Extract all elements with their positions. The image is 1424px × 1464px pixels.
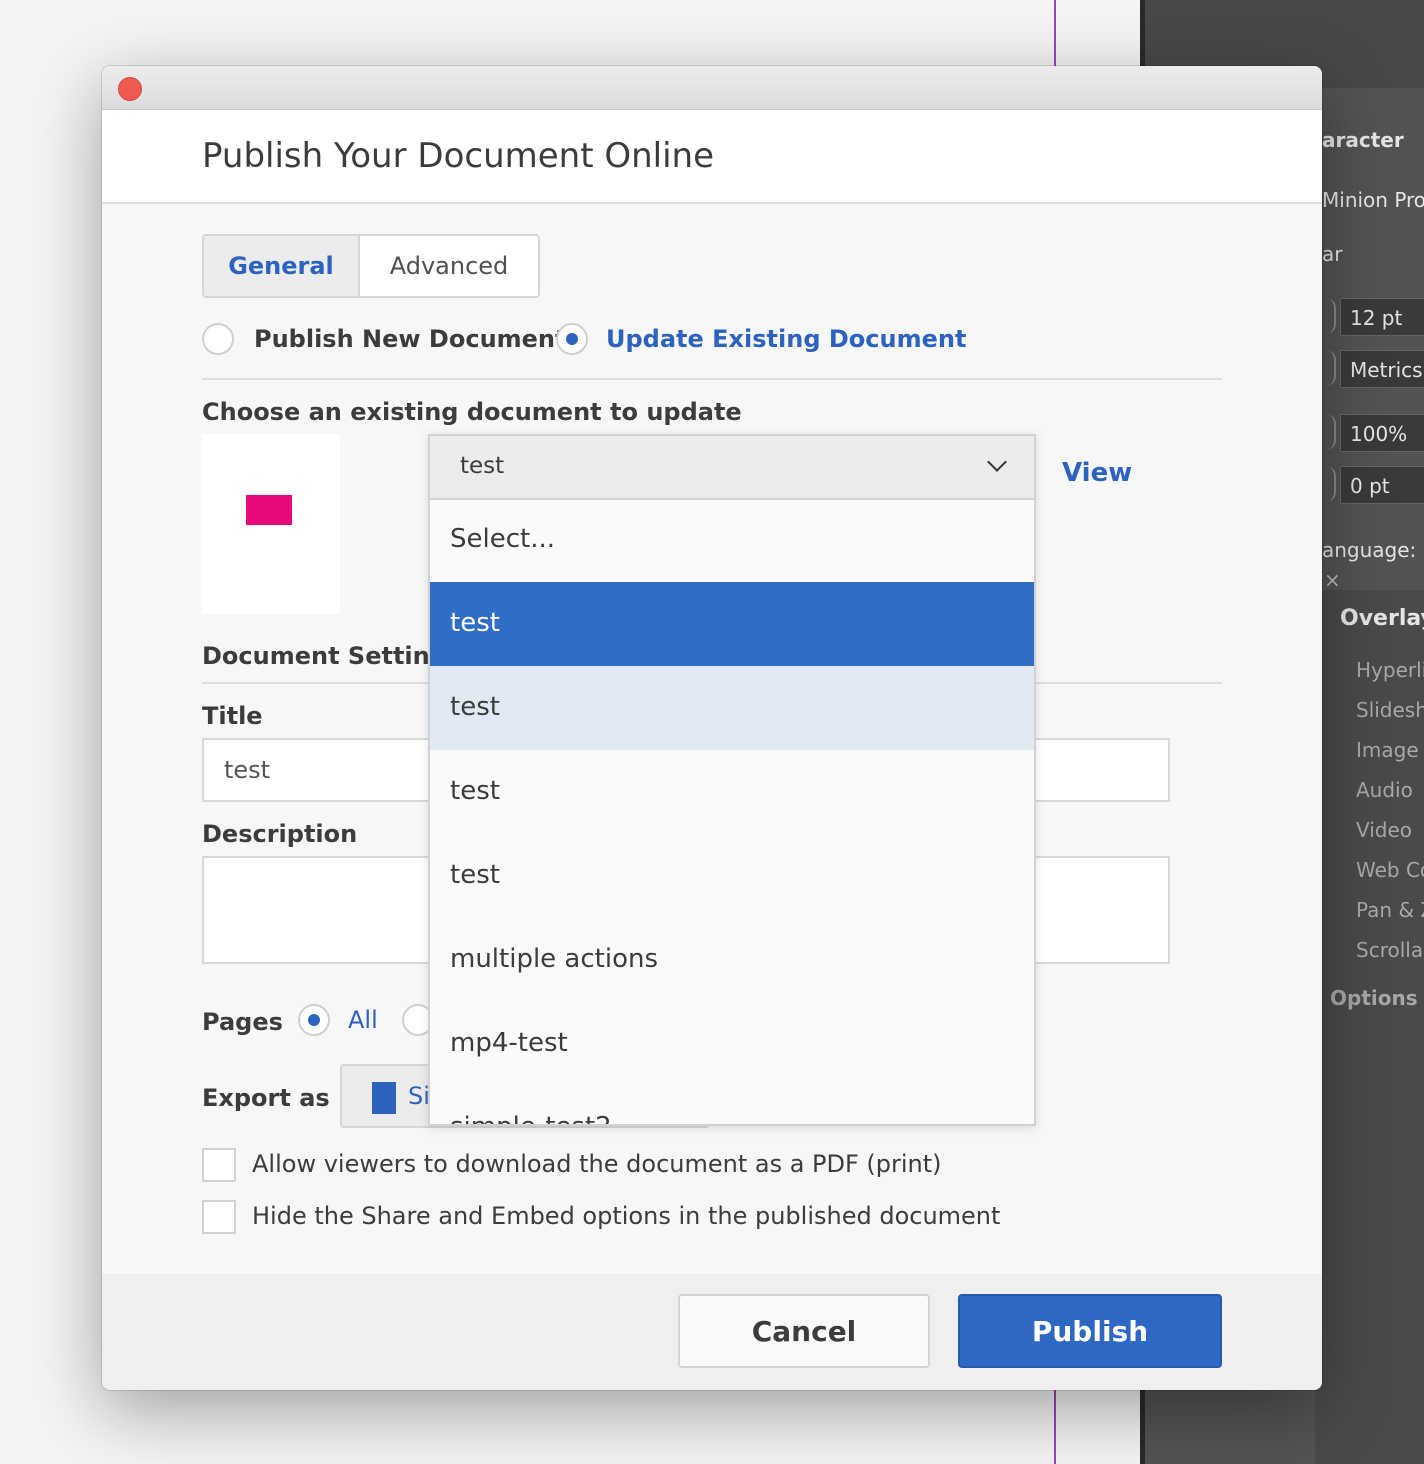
dropdown-option[interactable]: test [430,834,1034,918]
pages-all-radio[interactable] [298,1004,330,1036]
dropdown-option[interactable]: multiple actions [430,918,1034,1002]
font-style-field[interactable]: ar [1322,242,1342,266]
dropdown-option[interactable]: Select... [430,498,1034,582]
publish-new-label[interactable]: Publish New Document [254,325,567,353]
cancel-button[interactable]: Cancel [678,1294,930,1368]
dropdown-option[interactable]: simple-test2 [430,1086,1034,1124]
hide-share-checkbox[interactable] [202,1200,236,1234]
character-panel-title: aracter [1322,128,1404,152]
document-select-dropdown[interactable]: test Select... test test test test multi… [428,434,1036,1126]
font-size-field[interactable]: 12 pt [1340,298,1424,336]
dropdown-option[interactable]: mp4-test [430,1002,1034,1086]
update-existing-label[interactable]: Update Existing Document [606,325,966,353]
overlay-item[interactable]: Pan & Z [1356,898,1424,922]
publish-new-radio[interactable] [202,323,234,355]
single-page-icon [372,1082,396,1114]
allow-download-checkbox[interactable] [202,1148,236,1182]
overlay-item[interactable]: Audio [1356,778,1413,802]
scale-stepper[interactable] [1322,414,1336,450]
dropdown-option-selected[interactable]: test [430,582,1034,666]
chevron-down-icon [987,452,1007,472]
update-existing-radio[interactable] [556,323,588,355]
overlay-item[interactable]: Video [1356,818,1412,842]
dialog-heading: Publish Your Document Online [202,136,715,176]
dropdown-option-hover[interactable]: test [430,666,1034,750]
overlay-item[interactable]: Hyperli [1356,658,1424,682]
baseline-stepper[interactable] [1322,466,1336,502]
pages-all-label[interactable]: All [348,1006,378,1034]
export-as-label: Export as [202,1084,330,1112]
divider [202,378,1222,380]
document-settings-label: Document Settings [202,642,462,670]
close-icon[interactable]: × [1324,568,1341,592]
font-size-stepper[interactable] [1322,298,1336,334]
overlay-heading: Overlay [1340,606,1424,631]
publish-dialog: Publish Your Document Online General Adv… [102,66,1322,1390]
font-family-field[interactable]: Minion Pro [1322,188,1424,212]
window-close-button[interactable] [118,77,142,101]
publish-button[interactable]: Publish [958,1294,1222,1368]
options-label[interactable]: Options [1330,986,1418,1010]
view-link[interactable]: View [1062,458,1132,488]
document-thumbnail [202,434,340,614]
overlay-item[interactable]: Scrollal [1356,938,1424,962]
tab-bar: General Advanced [202,234,540,298]
pages-label: Pages [202,1008,283,1036]
description-label: Description [202,820,358,848]
allow-download-label[interactable]: Allow viewers to download the document a… [252,1150,942,1178]
dropdown-header[interactable]: test [430,436,1034,500]
tab-general[interactable]: General [204,236,360,296]
dropdown-option[interactable]: test [430,750,1034,834]
overlay-item[interactable]: Image S [1356,738,1424,762]
dialog-titlebar [102,66,1322,110]
thumbnail-shape [246,495,292,525]
dialog-header: Publish Your Document Online [102,110,1322,204]
tab-advanced[interactable]: Advanced [360,236,538,296]
overlay-item[interactable]: Slidesh [1356,698,1424,722]
language-label: anguage: [1322,538,1417,562]
hide-share-label[interactable]: Hide the Share and Embed options in the … [252,1202,1000,1230]
dropdown-selected-value: test [460,453,505,479]
baseline-field[interactable]: 0 pt [1340,466,1424,504]
kerning-stepper[interactable] [1322,350,1336,386]
scale-field[interactable]: 100% [1340,414,1424,452]
title-label: Title [202,702,263,730]
overlay-item[interactable]: Web Co [1356,858,1424,882]
kerning-field[interactable]: Metrics [1340,350,1424,388]
export-as-value: Si [408,1082,430,1110]
choose-document-label: Choose an existing document to update [202,398,742,426]
